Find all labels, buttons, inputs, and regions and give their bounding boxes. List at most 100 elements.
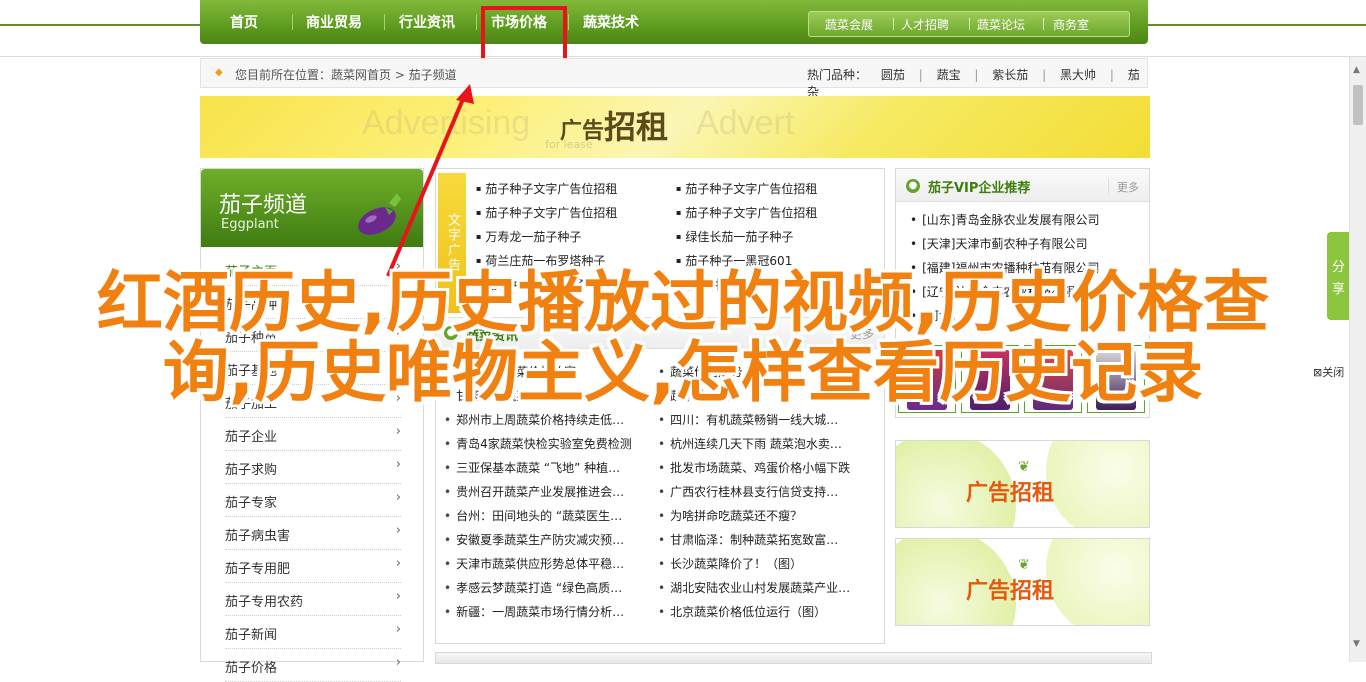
nav-separator <box>384 14 385 30</box>
text-ad-link[interactable]: 茄子种子文字广告位招租 <box>676 204 817 221</box>
sidebar-item-label: 茄子病虫害 <box>225 529 291 544</box>
news-item[interactable]: 北京蔬菜价格低位运行（图） <box>658 603 826 620</box>
sidebar-item-purchase[interactable]: 茄子求购 › <box>225 451 401 484</box>
vip-item[interactable]: [天津]天津市蓟农种子有限公司 <box>910 235 1087 252</box>
hot-item[interactable]: 黑大帅 <box>1060 68 1096 82</box>
sidebar-item-label: 茄子专用肥 <box>225 562 291 577</box>
nav-home[interactable]: 首页 <box>230 12 258 32</box>
hot-varieties: 热门品种： 圆茄 | 蔬宝 | 紫长茄 | 黑大帅 | 茄杂 <box>807 66 1147 100</box>
chevron-right-icon: › <box>395 655 401 670</box>
hot-item[interactable]: 紫长茄 <box>992 68 1028 82</box>
sidebar-item-news[interactable]: 茄子新闻 › <box>225 616 401 649</box>
sidebar-header: 茄子频道 Eggplant <box>201 169 423 247</box>
news-item[interactable]: 三亚保基本蔬菜 “飞地” 种植… <box>444 459 620 476</box>
sprout-icon: ❦ <box>1018 557 1030 573</box>
text-ad-link[interactable]: 万寿龙一茄子种子 <box>476 228 581 245</box>
hot-item[interactable]: 蔬宝 <box>937 68 961 82</box>
sidebar-item-label: 茄子专用农药 <box>225 595 304 610</box>
overlay-line: 询,历史唯物主义,怎样查看历史记录 <box>162 334 1204 411</box>
vip-more-link[interactable]: 更多 <box>1108 179 1139 195</box>
chevron-right-icon: › <box>395 424 401 439</box>
sidebar-item-label: 茄子企业 <box>225 430 278 445</box>
text-ad-link[interactable]: 茄子种子文字广告位招租 <box>476 204 617 221</box>
news-item[interactable]: 青岛4家蔬菜快检实验室免费检测 <box>444 435 632 452</box>
banner-headline-big: 招租 <box>604 108 669 146</box>
banner-headline: 广告招租 <box>560 102 668 148</box>
nav-expo[interactable]: 蔬菜会展 <box>825 16 873 33</box>
nav-trade[interactable]: 商业贸易 <box>306 12 362 32</box>
hot-separator: | <box>918 68 923 82</box>
text-ad-link[interactable]: 绿佳长茄一茄子种子 <box>676 228 793 245</box>
nav-secondary: 蔬菜会展 人才招聘 蔬菜论坛 商务室 <box>808 11 1130 37</box>
chevron-right-icon: › <box>395 490 401 505</box>
news-item[interactable]: 甘肃临泽：制种蔬菜拓宽致富… <box>658 531 838 548</box>
chevron-right-icon: › <box>395 589 401 604</box>
hot-separator: | <box>974 68 979 82</box>
text-ad-link[interactable]: 茄子种子文字广告位招租 <box>476 180 617 197</box>
hot-separator: | <box>1109 68 1114 82</box>
ad-decoration <box>1046 441 1149 527</box>
ad-text-big: 招租 <box>1010 481 1055 506</box>
ad-banner-top[interactable]: Advertising Advert for lease 广告招租 <box>200 96 1150 158</box>
banner-headline-small: 广告 <box>560 119 605 144</box>
news-item[interactable]: 四川：有机蔬菜畅销一线大城… <box>658 411 838 428</box>
sidebar-item-price[interactable]: 茄子价格 › <box>225 649 401 682</box>
ad-box-right[interactable]: ❦ 广告招租 <box>895 538 1150 626</box>
news-item[interactable]: 湖北安陆农业山村发展蔬菜产业… <box>658 579 850 596</box>
scroll-up-icon[interactable]: ▲ <box>1353 65 1360 75</box>
highlight-box <box>481 6 567 64</box>
news-item[interactable]: 郑州市上周蔬菜价格持续走低… <box>444 411 624 428</box>
vip-header: ● 茄子VIP企业推荐 更多 <box>896 169 1149 202</box>
nav-separator <box>893 18 894 30</box>
news-item[interactable]: 安徽夏季蔬菜生产防灾减灾预… <box>444 531 624 548</box>
breadcrumb-text[interactable]: 您目前所在位置：蔬菜网首页 > 茄子频道 <box>235 66 457 83</box>
overlay-headline: 红酒历史,历史播放过的视频,历史价格查 询,历史唯物主义,怎样查看历史记录 <box>0 268 1366 408</box>
nav-separator <box>1043 18 1044 30</box>
news-item[interactable]: 批发市场蔬菜、鸡蛋价格小幅下跌 <box>658 459 850 476</box>
chevron-right-icon: › <box>395 457 401 472</box>
sidebar-item-pests[interactable]: 茄子病虫害 › <box>225 517 401 550</box>
leaf-icon: ● <box>906 179 920 193</box>
nav-separator <box>568 14 569 30</box>
bottom-tab-strip <box>435 652 1152 664</box>
breadcrumb: ◆ 您目前所在位置：蔬菜网首页 > 茄子频道 热门品种： 圆茄 | 蔬宝 | 紫… <box>200 58 1148 99</box>
ad-box-right[interactable]: ❦ 广告招租 <box>895 440 1150 528</box>
banner-ghost-text: Advert <box>696 104 795 142</box>
nav-news[interactable]: 行业资讯 <box>399 12 455 32</box>
news-item[interactable]: 台州：田间地头的 “蔬菜医生… <box>444 507 622 524</box>
news-item[interactable]: 贵州召开蔬菜产业发展推进会… <box>444 483 624 500</box>
nav-business[interactable]: 商务室 <box>1053 16 1089 33</box>
ad-text: 广告招租 <box>966 573 1054 605</box>
vip-item[interactable]: [山东]青岛金脉农业发展有限公司 <box>910 211 1099 228</box>
nav-separator <box>476 14 477 30</box>
nav-forum[interactable]: 蔬菜论坛 <box>977 16 1025 33</box>
scrollbar-thumb[interactable] <box>1353 85 1363 125</box>
news-item[interactable]: 为啥拼命吃蔬菜还不瘦？ <box>658 507 802 524</box>
nav-jobs[interactable]: 人才招聘 <box>901 16 949 33</box>
news-item[interactable]: 广西农行桂林县支行信贷支持… <box>658 483 838 500</box>
sidebar-item-label: 茄子价格 <box>225 661 278 676</box>
sidebar-item-fertilizer[interactable]: 茄子专用肥 › <box>225 550 401 583</box>
sidebar-subtitle: Eggplant <box>221 217 279 232</box>
sidebar-item-pesticide[interactable]: 茄子专用农药 › <box>225 583 401 616</box>
sidebar-item-label: 茄子新闻 <box>225 628 278 643</box>
ad-text-small: 广告 <box>966 579 1011 604</box>
location-icon: ◆ <box>215 67 223 78</box>
hot-item[interactable]: 圆茄 <box>881 68 905 82</box>
sidebar-item-enterprise[interactable]: 茄子企业 › <box>225 418 401 451</box>
overlay-line: 红酒历史,历史播放过的视频,历史价格查 <box>96 264 1270 341</box>
news-item[interactable]: 杭州连续几天下雨 蔬菜泡水卖… <box>658 435 842 452</box>
chevron-right-icon: › <box>395 556 401 571</box>
sidebar-item-experts[interactable]: 茄子专家 › <box>225 484 401 517</box>
news-item[interactable]: 孝感云梦蔬菜打造 “绿色高质… <box>444 579 622 596</box>
news-item[interactable]: 天津市蔬菜供应形势总体平稳… <box>444 555 624 572</box>
news-item[interactable]: 长沙蔬菜降价了！（图） <box>658 555 802 572</box>
scroll-down-icon[interactable]: ▼ <box>1353 639 1360 649</box>
nav-separator <box>292 14 293 30</box>
news-item[interactable]: 新疆：一周蔬菜市场行情分析… <box>444 603 624 620</box>
text-ad-link[interactable]: 茄子种子文字广告位招租 <box>676 180 817 197</box>
page-top-divider <box>0 56 1366 57</box>
nav-tech[interactable]: 蔬菜技术 <box>583 12 639 32</box>
vip-title: 茄子VIP企业推荐 <box>928 181 1031 196</box>
nav-separator <box>969 18 970 30</box>
